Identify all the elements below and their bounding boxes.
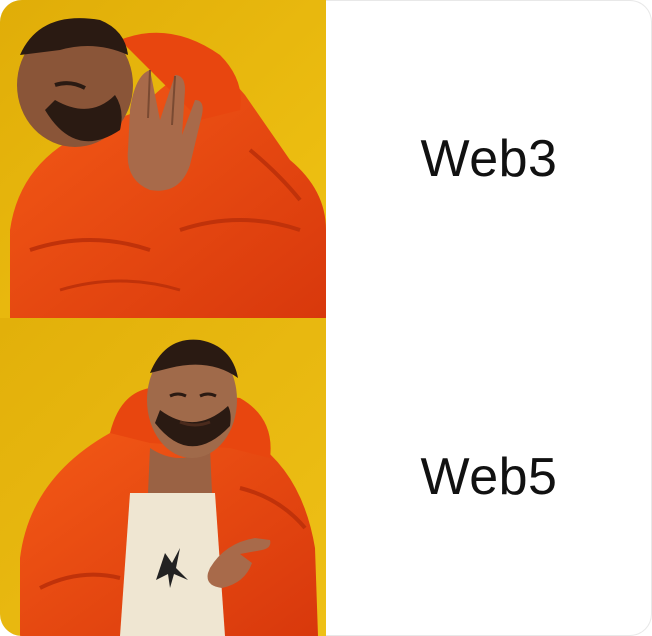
drake-meme: Web3 Web5 [0, 0, 652, 636]
reject-label: Web3 [420, 130, 558, 188]
approve-panel-image [0, 318, 326, 636]
reject-panel-image [0, 0, 326, 318]
approve-label: Web5 [420, 448, 558, 506]
